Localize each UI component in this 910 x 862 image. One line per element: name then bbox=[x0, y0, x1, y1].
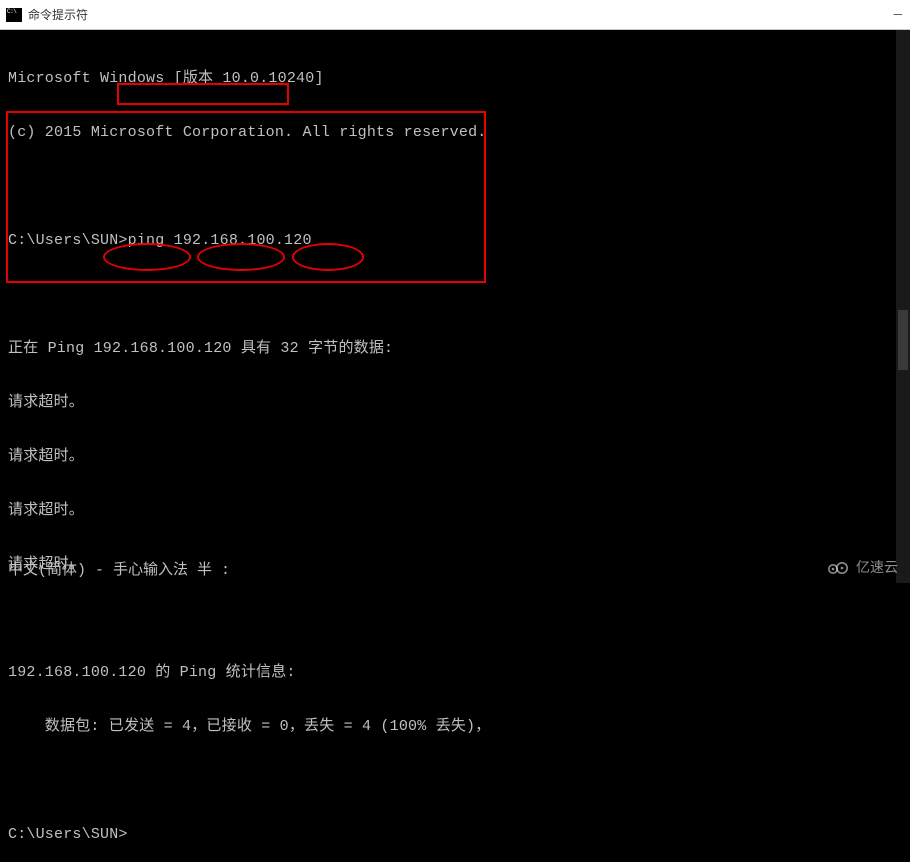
watermark: 亿速云 bbox=[824, 557, 898, 577]
terminal-line: C:\Users\SUN> bbox=[8, 826, 902, 844]
ime-status: 中文(简体) - 手心输入法 半 : bbox=[8, 558, 230, 579]
terminal-line: 请求超时。 bbox=[8, 448, 902, 466]
scrollbar-track[interactable] bbox=[896, 30, 910, 583]
terminal-line bbox=[8, 772, 902, 790]
terminal-line: 数据包: 已发送 = 4，已接收 = 0，丢失 = 4 (100% 丢失)， bbox=[8, 718, 902, 736]
terminal-line: (c) 2015 Microsoft Corporation. All righ… bbox=[8, 124, 902, 142]
scrollbar-thumb[interactable] bbox=[898, 310, 908, 370]
terminal-line: C:\Users\SUN>ping 192.168.100.120 bbox=[8, 232, 902, 250]
cmd-icon bbox=[6, 8, 22, 22]
window-titlebar: 命令提示符 — bbox=[0, 0, 910, 30]
terminal-line: 请求超时。 bbox=[8, 502, 902, 520]
terminal-line: Microsoft Windows [版本 10.0.10240] bbox=[8, 70, 902, 88]
watermark-text: 亿速云 bbox=[856, 557, 898, 577]
window-title: 命令提示符 bbox=[28, 6, 88, 23]
terminal-line: 192.168.100.120 的 Ping 统计信息: bbox=[8, 664, 902, 682]
terminal-line: 正在 Ping 192.168.100.120 具有 32 字节的数据: bbox=[8, 340, 902, 358]
window-controls: — bbox=[894, 0, 902, 29]
terminal-line bbox=[8, 286, 902, 304]
terminal-line: 请求超时。 bbox=[8, 394, 902, 412]
terminal-line bbox=[8, 610, 902, 628]
terminal-output[interactable]: Microsoft Windows [版本 10.0.10240] (c) 20… bbox=[0, 30, 910, 583]
cloud-icon bbox=[824, 558, 852, 576]
minimize-button[interactable]: — bbox=[894, 7, 902, 23]
terminal-line bbox=[8, 178, 902, 196]
